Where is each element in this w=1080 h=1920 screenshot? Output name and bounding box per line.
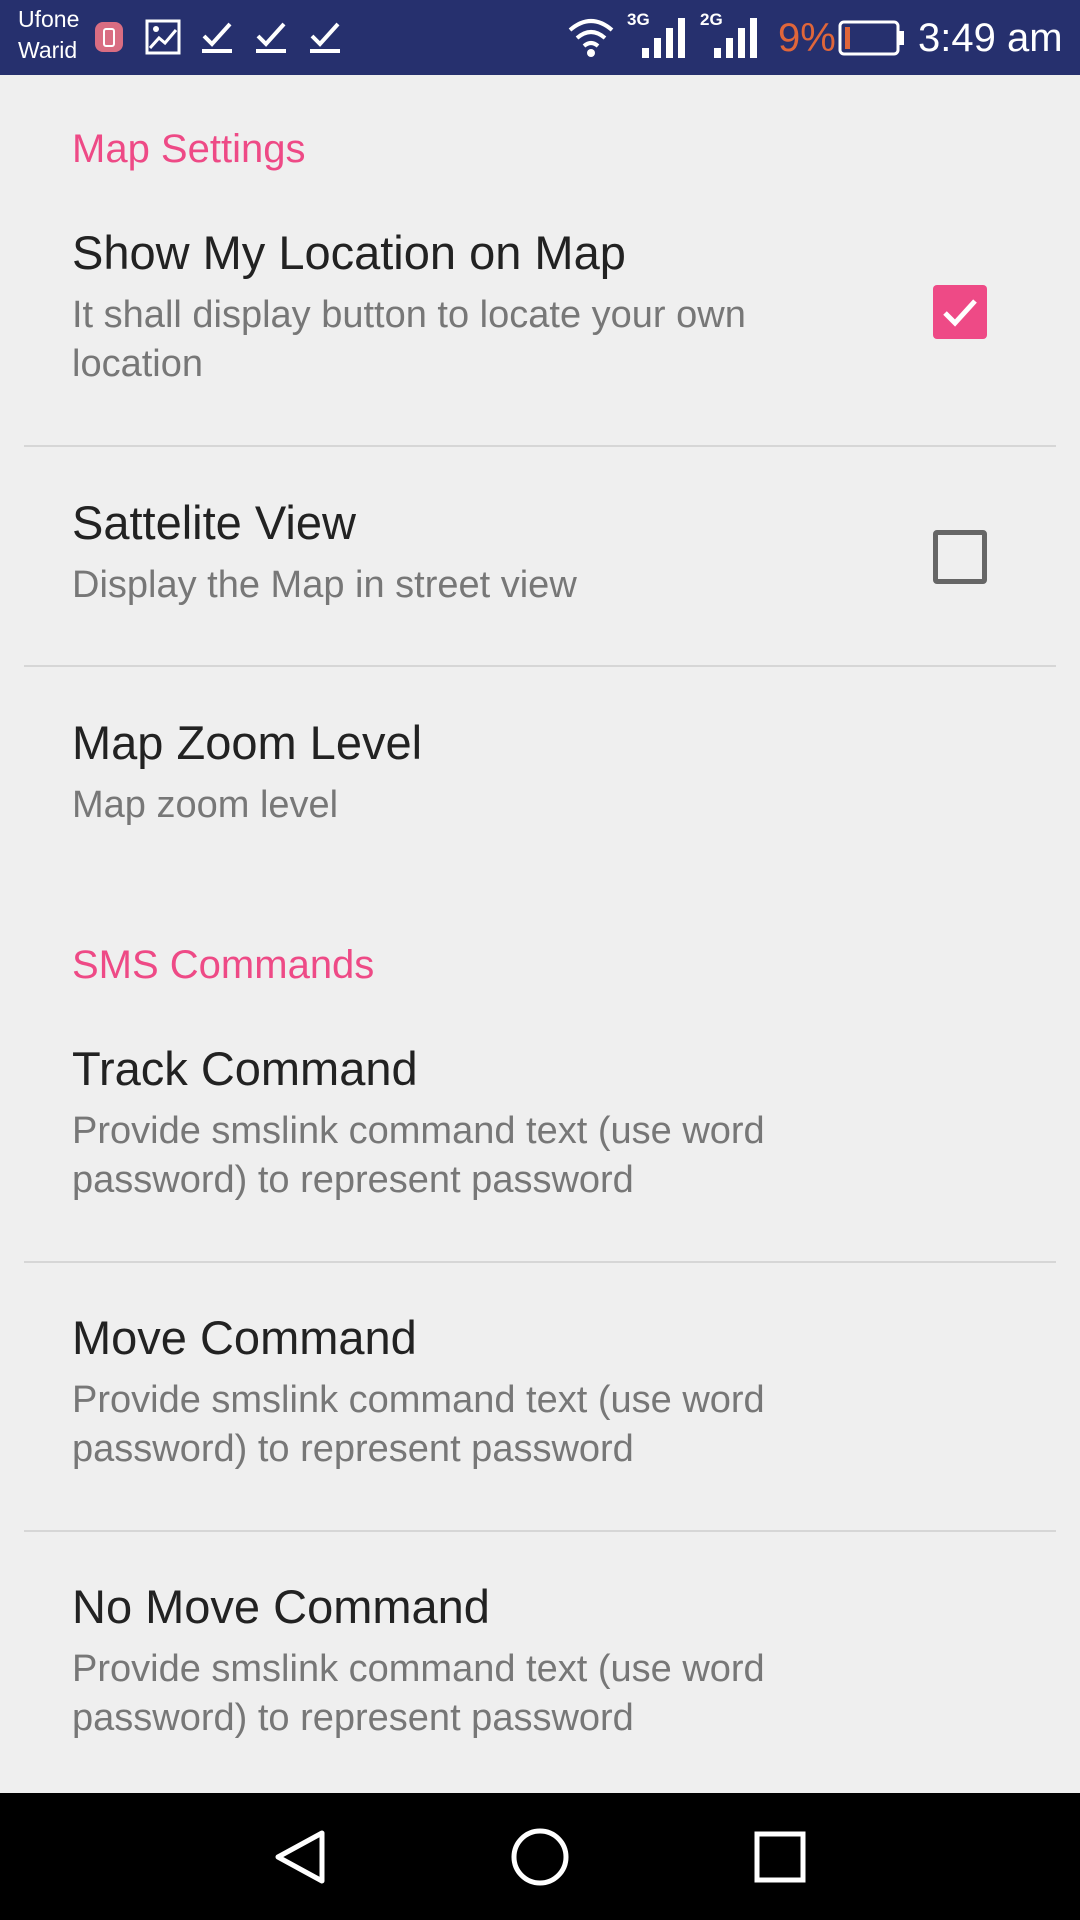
image-icon bbox=[145, 19, 181, 55]
pref-title: Track Command bbox=[72, 1042, 418, 1095]
pref-summary: Display the Map in street view bbox=[72, 564, 577, 606]
recents-icon[interactable] bbox=[750, 1827, 810, 1887]
pref-show-my-location[interactable]: Show My Location on Map It shall display… bbox=[0, 225, 1080, 445]
pref-map-zoom-level[interactable]: Map Zoom Level Map zoom level bbox=[0, 715, 1080, 865]
pref-track-command[interactable]: Track Command Provide smslink command te… bbox=[0, 1041, 1080, 1261]
check-icon bbox=[256, 22, 286, 53]
settings-list: Map Settings Show My Location on Map It … bbox=[0, 75, 1080, 1793]
pref-summary: Provide smslink command text (use word p… bbox=[72, 1110, 765, 1201]
navigation-bar bbox=[0, 1793, 1080, 1920]
status-bar: Ufone Warid 3G 2G 9% 3:49 am bbox=[0, 0, 1080, 75]
pref-title: Show My Location on Map bbox=[72, 226, 626, 279]
check-icon bbox=[310, 22, 340, 53]
pref-summary: Provide smslink command text (use word p… bbox=[72, 1379, 765, 1470]
divider bbox=[24, 665, 1056, 667]
pref-title: Map Zoom Level bbox=[72, 716, 423, 769]
back-icon[interactable] bbox=[270, 1827, 330, 1887]
pref-title: Move Command bbox=[72, 1311, 417, 1364]
pref-title: No Move Command bbox=[72, 1580, 490, 1633]
checkmark-icon bbox=[943, 299, 977, 327]
pref-no-move-command[interactable]: No Move Command Provide smslink command … bbox=[0, 1579, 1080, 1793]
signal-icon bbox=[642, 18, 685, 58]
carrier-2: Warid bbox=[18, 37, 78, 63]
show-location-checkbox[interactable] bbox=[933, 285, 987, 339]
battery-percent: 9% bbox=[778, 16, 836, 60]
pref-move-command[interactable]: Move Command Provide smslink command tex… bbox=[0, 1310, 1080, 1530]
battery-icon bbox=[838, 20, 904, 56]
divider bbox=[24, 1530, 1056, 1532]
satellite-view-checkbox[interactable] bbox=[933, 530, 987, 584]
divider bbox=[24, 445, 1056, 447]
pref-summary: Map zoom level bbox=[72, 784, 339, 826]
pref-summary: It shall display button to locate your o… bbox=[72, 294, 746, 385]
check-icon bbox=[202, 22, 232, 53]
wifi-icon bbox=[568, 19, 614, 57]
signal-icon bbox=[714, 18, 757, 58]
carrier-names: Ufone Warid bbox=[18, 4, 79, 66]
divider bbox=[24, 1261, 1056, 1263]
home-icon[interactable] bbox=[510, 1827, 570, 1887]
section-header-map-settings: Map Settings bbox=[72, 127, 306, 171]
pref-title: Sattelite View bbox=[72, 496, 356, 549]
clock: 3:49 am bbox=[918, 16, 1063, 60]
carrier-1: Ufone bbox=[18, 6, 80, 32]
battery-alert-icon bbox=[95, 22, 123, 52]
pref-summary: Provide smslink command text (use word p… bbox=[72, 1648, 765, 1739]
section-header-sms-commands: SMS Commands bbox=[72, 943, 375, 987]
